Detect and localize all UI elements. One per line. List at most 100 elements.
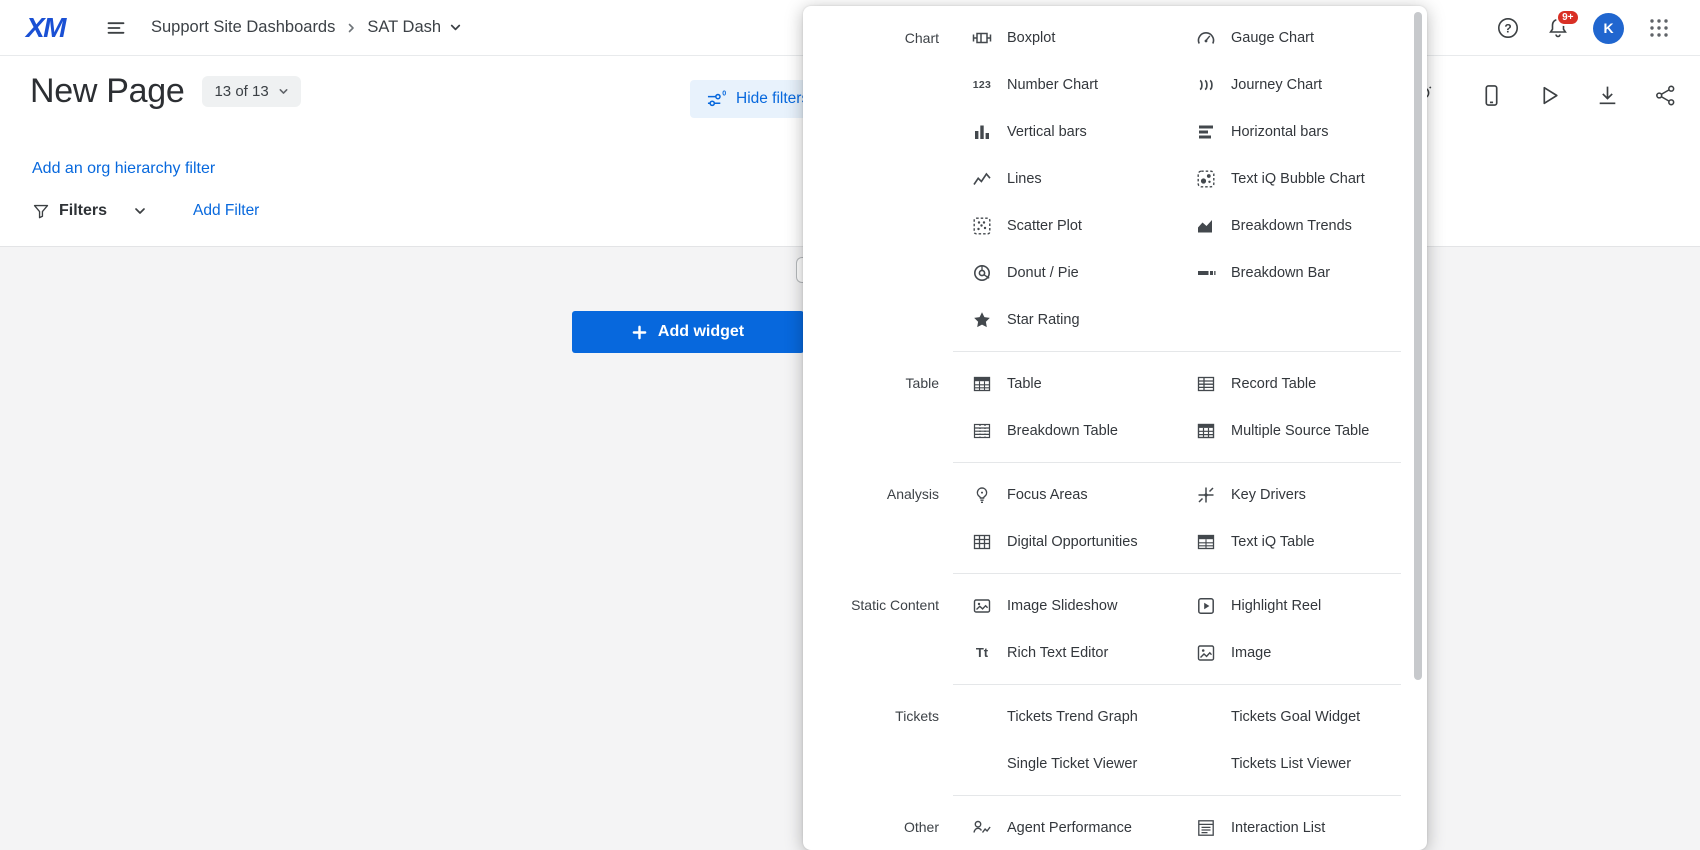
panel-category-label: Table xyxy=(803,351,953,462)
widget-item-highlight-reel[interactable]: Highlight Reel xyxy=(1177,582,1401,629)
image-icon xyxy=(1195,642,1217,664)
widget-item-vertical-bars[interactable]: Vertical bars xyxy=(953,108,1177,155)
filters-chevron-down-icon[interactable] xyxy=(133,204,147,218)
dashboard-selector-chevron-icon[interactable] xyxy=(449,21,462,34)
widget-item-rich-text-editor[interactable]: TtRich Text Editor xyxy=(953,629,1177,676)
play-icon[interactable] xyxy=(1534,80,1564,110)
widget-item-single-ticket-viewer[interactable]: Single Ticket Viewer xyxy=(953,740,1177,787)
widget-item-interaction-list[interactable]: Interaction List xyxy=(1177,804,1401,850)
widget-item-multiple-source-table[interactable]: Multiple Source Table xyxy=(1177,407,1401,454)
hamburger-menu-icon[interactable] xyxy=(101,13,131,43)
focus-areas-icon xyxy=(971,484,993,506)
no-icon xyxy=(1195,706,1217,728)
widget-item-image-slideshow[interactable]: Image Slideshow xyxy=(953,582,1177,629)
widget-item-boxplot[interactable]: Boxplot xyxy=(953,14,1177,61)
filter-funnel-icon xyxy=(32,202,50,220)
widget-item-label: Text iQ Table xyxy=(1231,534,1315,550)
help-icon[interactable]: ? xyxy=(1493,13,1523,43)
mobile-preview-icon[interactable] xyxy=(1476,80,1506,110)
multiple-source-table-icon xyxy=(1195,420,1217,442)
widget-item-label: Digital Opportunities xyxy=(1007,534,1138,550)
widget-item-donut-pie[interactable]: Donut / Pie xyxy=(953,249,1177,296)
widget-item-label: Breakdown Table xyxy=(1007,423,1118,439)
widget-item-agent-performance[interactable]: Agent Performance xyxy=(953,804,1177,850)
plus-icon xyxy=(632,325,647,340)
widget-item-label: Multiple Source Table xyxy=(1231,423,1369,439)
apps-grid-icon[interactable] xyxy=(1644,13,1674,43)
download-icon[interactable] xyxy=(1592,80,1622,110)
widget-item-label: Boxplot xyxy=(1007,30,1055,46)
lines-icon xyxy=(971,168,993,190)
widget-picker-panel: Chart Boxplot Gauge Chart123Number Chart Jo… xyxy=(803,6,1427,850)
share-icon[interactable] xyxy=(1650,80,1680,110)
add-widget-button[interactable]: Add widget xyxy=(572,311,804,353)
widget-item-label: Image Slideshow xyxy=(1007,598,1117,614)
scrollbar-thumb[interactable] xyxy=(1414,12,1422,680)
panel-section-other: Other Agent Performance Interaction List xyxy=(803,795,1427,850)
donut-pie-icon xyxy=(971,262,993,284)
widget-item-label: Horizontal bars xyxy=(1231,124,1329,140)
widget-item-key-drivers[interactable]: Key Drivers xyxy=(1177,471,1401,518)
panel-scrollbar[interactable] xyxy=(1413,8,1423,848)
widget-item-label: Journey Chart xyxy=(1231,77,1322,93)
title-row: New Page 13 of 13 xyxy=(30,72,301,111)
page-selector-value: 13 of 13 xyxy=(214,83,268,100)
no-icon xyxy=(971,706,993,728)
widget-item-label: Star Rating xyxy=(1007,312,1080,328)
user-avatar[interactable]: K xyxy=(1593,13,1624,44)
highlight-reel-icon xyxy=(1195,595,1217,617)
widget-item-label: Tickets Goal Widget xyxy=(1231,709,1360,725)
widget-item-tickets-trend-graph[interactable]: Tickets Trend Graph xyxy=(953,693,1177,740)
widget-item-text-iq-table[interactable]: Text iQ Table xyxy=(1177,518,1401,565)
panel-section-items: Focus AreasKey Drivers Digital Opportunit… xyxy=(953,462,1401,573)
widget-item-focus-areas[interactable]: Focus Areas xyxy=(953,471,1177,518)
text-iq-bubble-chart-icon xyxy=(1195,168,1217,190)
breadcrumb-current[interactable]: SAT Dash xyxy=(367,18,441,37)
add-org-hierarchy-filter-link[interactable]: Add an org hierarchy filter xyxy=(32,160,215,178)
panel-sections: Chart Boxplot Gauge Chart123Number Chart Jo… xyxy=(803,6,1427,850)
add-filter-link[interactable]: Add Filter xyxy=(193,202,259,220)
gauge-chart-icon xyxy=(1195,27,1217,49)
notifications-bell-icon[interactable]: 9+ xyxy=(1543,13,1573,43)
page-title: New Page xyxy=(30,72,184,111)
widget-item-tickets-list-viewer[interactable]: Tickets List Viewer xyxy=(1177,740,1401,787)
number-chart-icon: 123 xyxy=(971,74,993,96)
widget-item-star-rating[interactable]: Star Rating xyxy=(953,296,1177,343)
filters-label: Filters xyxy=(59,202,107,220)
widget-item-image[interactable]: Image xyxy=(1177,629,1401,676)
filters-bar: Filters Add Filter xyxy=(32,202,259,220)
interaction-list-icon xyxy=(1195,817,1217,839)
widget-item-lines[interactable]: Lines xyxy=(953,155,1177,202)
widget-item-table[interactable]: Table xyxy=(953,360,1177,407)
svg-text:?: ? xyxy=(1504,21,1511,35)
xm-logo[interactable]: XM xyxy=(26,12,65,44)
panel-category-label: Chart xyxy=(803,6,953,351)
widget-item-scatter-plot[interactable]: Scatter Plot xyxy=(953,202,1177,249)
widget-item-label: Highlight Reel xyxy=(1231,598,1321,614)
widget-item-breakdown-trends[interactable]: Breakdown Trends xyxy=(1177,202,1401,249)
panel-section-items: Boxplot Gauge Chart123Number Chart Journey… xyxy=(953,6,1401,351)
star-rating-icon xyxy=(971,309,993,331)
widget-item-label: Table xyxy=(1007,376,1042,392)
widget-item-breakdown-bar[interactable]: Breakdown Bar xyxy=(1177,249,1401,296)
widget-item-number-chart[interactable]: 123Number Chart xyxy=(953,61,1177,108)
record-table-icon xyxy=(1195,373,1217,395)
panel-category-label: Other xyxy=(803,795,953,850)
widget-item-tickets-goal-widget[interactable]: Tickets Goal Widget xyxy=(1177,693,1401,740)
widget-item-journey-chart[interactable]: Journey Chart xyxy=(1177,61,1401,108)
journey-chart-icon xyxy=(1195,74,1217,96)
widget-item-digital-opportunities[interactable]: Digital Opportunities xyxy=(953,518,1177,565)
widget-item-gauge-chart[interactable]: Gauge Chart xyxy=(1177,14,1401,61)
breadcrumb-root[interactable]: Support Site Dashboards xyxy=(151,18,335,37)
svg-text:0: 0 xyxy=(722,90,726,98)
widget-item-text-iq-bubble-chart[interactable]: Text iQ Bubble Chart xyxy=(1177,155,1401,202)
breakdown-bar-icon xyxy=(1195,262,1217,284)
widget-item-breakdown-table[interactable]: Breakdown Table xyxy=(953,407,1177,454)
widget-item-horizontal-bars[interactable]: Horizontal bars xyxy=(1177,108,1401,155)
widget-item-record-table[interactable]: Record Table xyxy=(1177,360,1401,407)
hide-filters-label: Hide filters xyxy=(736,90,809,108)
panel-section-items: Agent Performance Interaction List xyxy=(953,795,1401,850)
page-selector-dropdown[interactable]: 13 of 13 xyxy=(202,76,300,107)
chevron-down-icon xyxy=(278,86,289,97)
widget-item-label: Agent Performance xyxy=(1007,820,1132,836)
